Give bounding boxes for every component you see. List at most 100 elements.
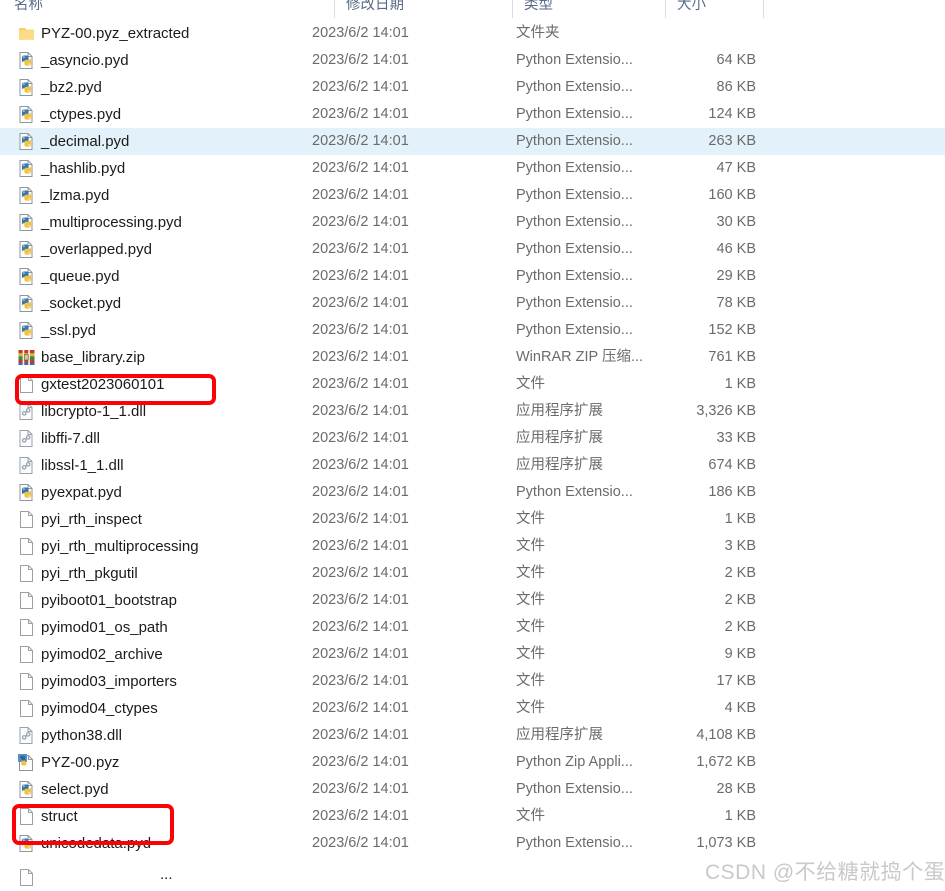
file-name[interactable]: _lzma.pyd [41,182,109,209]
table-row[interactable]: pyi_rth_inspect 2023/6/2 14:01 文件 1 KB [0,506,945,533]
column-divider-type-size[interactable] [665,0,666,18]
table-row[interactable]: _ctypes.pyd 2023/6/2 14:01 Python Extensio… [0,101,945,128]
file-list[interactable]: PYZ-00.pyz_extracted 2023/6/2 14:01 文件夹 _as… [0,20,945,857]
table-row[interactable]: _hashlib.pyd 2023/6/2 14:01 Python Extensi… [0,155,945,182]
file-modified-date: 2023/6/2 14:01 [312,160,409,176]
python-extension-icon [17,213,36,232]
file-modified-date: 2023/6/2 14:01 [312,592,409,608]
file-name[interactable]: _hashlib.pyd [41,155,125,182]
file-name[interactable]: python38.dll [41,722,122,749]
file-name[interactable]: _queue.pyd [41,263,119,290]
file-type: 应用程序扩展 [516,430,603,446]
file-type: 文件 [516,646,545,662]
file-modified-date: 2023/6/2 14:01 [312,214,409,230]
table-row[interactable]: _asyncio.pyd 2023/6/2 14:01 Python Extensi… [0,47,945,74]
file-name[interactable]: gxtest2023060101 [41,371,164,398]
file-name[interactable]: _decimal.pyd [41,128,129,155]
file-type: Python Extensio... [516,106,633,122]
column-header-date[interactable]: 修改日期 [346,0,404,14]
file-name[interactable]: select.pyd [41,776,109,803]
column-header-type[interactable]: 类型 [524,0,553,14]
table-row[interactable]: _decimal.pyd 2023/6/2 14:01 Python Extensi… [0,128,945,155]
file-name[interactable]: pyimod04_ctypes [41,695,158,722]
file-type: Python Extensio... [516,484,633,500]
file-name[interactable]: _bz2.pyd [41,74,102,101]
column-header-name[interactable]: 名称 [14,0,43,14]
file-type: 文件 [516,808,545,824]
table-row[interactable]: _queue.pyd 2023/6/2 14:01 Python Extensio.… [0,263,945,290]
column-header-size[interactable]: 大小 [677,0,706,14]
file-name[interactable]: _ctypes.pyd [41,101,121,128]
table-row[interactable]: base_library.zip 2023/6/2 14:01 WinRAR ZIP… [0,344,945,371]
file-modified-date: 2023/6/2 14:01 [312,79,409,95]
file-modified-date: 2023/6/2 14:01 [312,241,409,257]
file-type: Python Extensio... [516,133,633,149]
file-name[interactable]: _ssl.pyd [41,317,96,344]
table-row[interactable]: pyi_rth_pkgutil 2023/6/2 14:01 文件 2 KB [0,560,945,587]
table-row[interactable]: libcrypto-1_1.dll 2023/6/2 14:01 应用程序扩展 3,3… [0,398,945,425]
table-row[interactable]: select.pyd 2023/6/2 14:01 Python Extensio.… [0,776,945,803]
table-row[interactable]: PYZ-00.pyz_extracted 2023/6/2 14:01 文件夹 [0,20,945,47]
file-name[interactable]: pyi_rth_inspect [41,506,142,533]
file-name[interactable]: _overlapped.pyd [41,236,152,263]
file-name[interactable]: pyexpat.pyd [41,479,122,506]
table-row[interactable]: _socket.pyd 2023/6/2 14:01 Python Extensio… [0,290,945,317]
table-row[interactable]: _overlapped.pyd 2023/6/2 14:01 Python Exte… [0,236,945,263]
file-name[interactable]: libffi-7.dll [41,425,100,452]
file-name[interactable]: _socket.pyd [41,290,121,317]
file-name[interactable]: base_library.zip [41,344,145,371]
column-divider-name-date[interactable] [334,0,335,18]
python-extension-icon [17,240,36,259]
file-name[interactable]: libssl-1_1.dll [41,452,124,479]
winrar-zip-icon [17,348,36,367]
file-name[interactable]: struct [41,803,78,830]
table-row[interactable]: PYZ-00.pyz 2023/6/2 14:01 Python Zip Appli… [0,749,945,776]
file-modified-date: 2023/6/2 14:01 [312,106,409,122]
file-name[interactable]: pyi_rth_pkgutil [41,560,138,587]
table-row[interactable]: libffi-7.dll 2023/6/2 14:01 应用程序扩展 33 KB [0,425,945,452]
file-modified-date: 2023/6/2 14:01 [312,322,409,338]
table-row[interactable]: pyexpat.pyd 2023/6/2 14:01 Python Extensio… [0,479,945,506]
file-modified-date: 2023/6/2 14:01 [312,295,409,311]
file-name[interactable]: pyiboot01_bootstrap [41,587,177,614]
table-row[interactable]: python38.dll 2023/6/2 14:01 应用程序扩展 4,108 KB [0,722,945,749]
file-name[interactable]: PYZ-00.pyz_extracted [41,20,189,47]
file-name[interactable]: pyimod02_archive [41,641,163,668]
file-type: Python Extensio... [516,160,633,176]
file-name[interactable]: libcrypto-1_1.dll [41,398,146,425]
dll-icon [17,429,36,448]
column-divider-date-type[interactable] [512,0,513,18]
table-row[interactable]: gxtest2023060101 2023/6/2 14:01 文件 1 KB [0,371,945,398]
file-size: 4 KB [724,700,756,716]
table-row[interactable]: unicodedata.pyd 2023/6/2 14:01 Python Exte… [0,830,945,857]
file-size: 30 KB [716,214,757,230]
file-name[interactable]: pyimod01_os_path [41,614,168,641]
table-row[interactable]: pyimod01_os_path 2023/6/2 14:01 文件 2 KB [0,614,945,641]
file-name[interactable]: _multiprocessing.pyd [41,209,182,236]
file-name[interactable]: pyimod03_importers [41,668,177,695]
table-row[interactable]: pyiboot01_bootstrap 2023/6/2 14:01 文件 2 KB [0,587,945,614]
table-row[interactable]: struct 2023/6/2 14:01 文件 1 KB [0,803,945,830]
file-name[interactable]: pyi_rth_multiprocessing [41,533,199,560]
file-modified-date: 2023/6/2 14:01 [312,646,409,662]
table-row[interactable]: _bz2.pyd 2023/6/2 14:01 Python Extensio...… [0,74,945,101]
dll-icon [17,456,36,475]
column-divider-size-end[interactable] [763,0,764,18]
file-modified-date: 2023/6/2 14:01 [312,727,409,743]
file-name[interactable]: PYZ-00.pyz [41,749,119,776]
file-name[interactable]: unicodedata.pyd [41,830,151,857]
file-modified-date: 2023/6/2 14:01 [312,349,409,365]
table-row[interactable]: _ssl.pyd 2023/6/2 14:01 Python Extensio...… [0,317,945,344]
python-extension-icon [17,267,36,286]
file-name[interactable]: _asyncio.pyd [41,47,129,74]
table-row[interactable]: libssl-1_1.dll 2023/6/2 14:01 应用程序扩展 674 KB [0,452,945,479]
table-row[interactable]: pyimod02_archive 2023/6/2 14:01 文件 9 KB [0,641,945,668]
table-row[interactable]: _multiprocessing.pyd 2023/6/2 14:01 Python… [0,209,945,236]
file-modified-date: 2023/6/2 14:01 [312,133,409,149]
table-row[interactable]: _lzma.pyd 2023/6/2 14:01 Python Extensio..… [0,182,945,209]
table-row[interactable]: pyimod04_ctypes 2023/6/2 14:01 文件 4 KB [0,695,945,722]
file-type: 文件 [516,565,545,581]
table-row[interactable]: pyi_rth_multiprocessing 2023/6/2 14:01 文件 3… [0,533,945,560]
table-row[interactable]: pyimod03_importers 2023/6/2 14:01 文件 17 KB [0,668,945,695]
blank-file-icon [17,672,36,691]
